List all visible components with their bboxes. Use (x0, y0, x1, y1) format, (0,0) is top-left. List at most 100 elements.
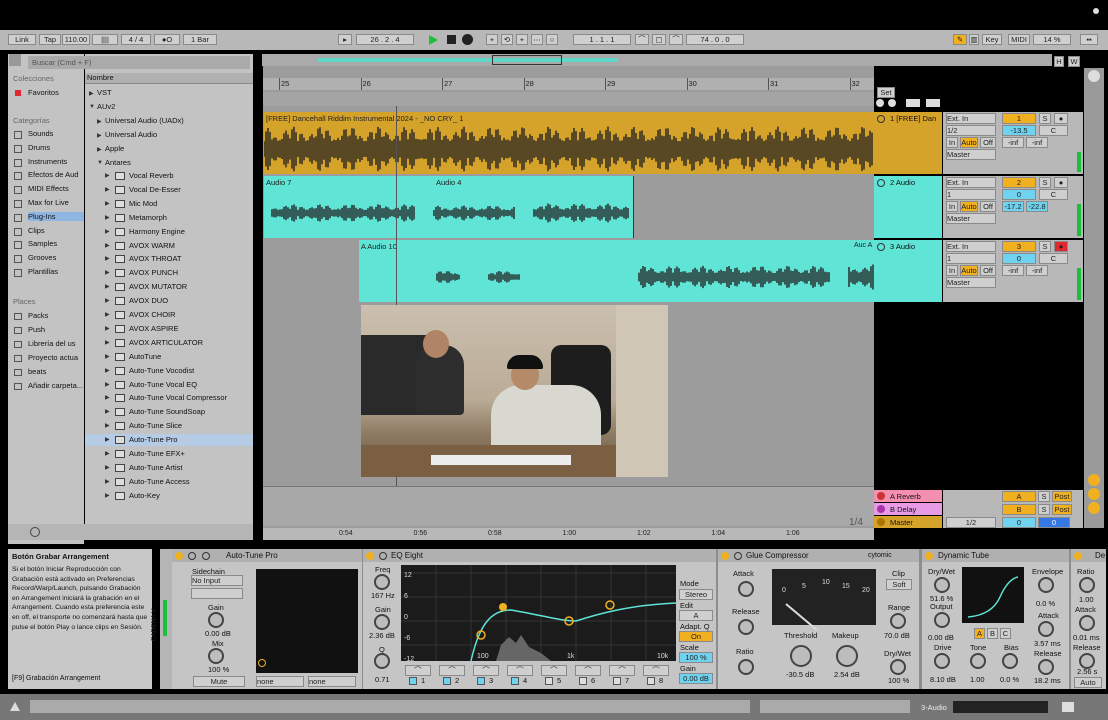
draw-mode-button[interactable]: ✎ (953, 34, 967, 45)
computer-midi-button[interactable]: ▥ (969, 34, 979, 45)
track-3-lane[interactable]: A Audio 10 Auc A (264, 240, 874, 302)
return-b-solo[interactable]: S (1038, 504, 1050, 515)
arm-button[interactable]: ● (1054, 241, 1068, 252)
track-header[interactable]: 2 Audio (874, 176, 942, 238)
tree-folder[interactable]: Universal Audio (UADx) (105, 116, 184, 125)
punch-in-button[interactable]: ⌒ (635, 34, 649, 45)
place-item[interactable]: Añadir carpeta... (28, 381, 83, 390)
band-filter-shape[interactable]: ⌒ (507, 665, 533, 676)
reenable-button[interactable]: + (516, 34, 528, 45)
fold-icon[interactable] (877, 243, 885, 251)
beat-ruler[interactable]: 25 26 27 28 29 30 31 32 (263, 78, 874, 90)
eq-display[interactable]: 12 6 0 -6 -12 100 1k 10k (401, 565, 676, 661)
edit-button[interactable]: A (679, 610, 713, 621)
threshold-knob[interactable] (790, 645, 812, 667)
arm-button[interactable]: ● (1054, 177, 1068, 188)
band-filter-shape[interactable]: ⌒ (439, 665, 465, 676)
loop-button[interactable]: ▢ (652, 34, 666, 45)
drywet-knob[interactable] (890, 659, 906, 675)
band-filter-shape[interactable]: ⌒ (405, 665, 431, 676)
output-select[interactable]: Master (946, 277, 996, 288)
track-2-lane[interactable]: Audio 7 Audio 4 (264, 176, 874, 238)
preview-icon[interactable] (30, 527, 40, 537)
band-toggle[interactable] (545, 677, 553, 685)
signature-field[interactable]: 4 / 4 (121, 34, 151, 45)
status-left-icon[interactable] (10, 702, 20, 711)
sidechain-select[interactable]: No Input (191, 575, 243, 586)
return-a-header[interactable]: A Reverb (874, 490, 942, 502)
session-record-button[interactable]: ○ (546, 34, 558, 45)
fold-icon[interactable] (877, 505, 885, 513)
plugin-item[interactable]: Mic Mod (129, 199, 157, 208)
plugin-item[interactable]: Auto-Tune Vocodist (129, 366, 194, 375)
browser-toggle-icon[interactable] (9, 54, 21, 66)
return-b-post[interactable]: Post (1052, 504, 1072, 515)
band-filter-shape[interactable]: ⌒ (473, 665, 499, 676)
category-drums[interactable]: Drums (28, 143, 50, 152)
release-knob[interactable] (1038, 659, 1054, 675)
monitor-in[interactable]: In (946, 137, 958, 148)
attack-knob[interactable] (1079, 615, 1095, 631)
overview-w-button[interactable]: W (1068, 56, 1080, 67)
drywet-knob[interactable] (934, 577, 950, 593)
stop-icon[interactable] (447, 35, 456, 44)
expand-arrow-icon[interactable]: ▶ (97, 118, 102, 125)
expand-arrow-icon[interactable]: ▶ (105, 172, 110, 179)
expand-arrow-icon[interactable]: ▶ (97, 132, 102, 139)
category-midi-effects[interactable]: MIDI Effects (28, 184, 69, 193)
release-knob[interactable] (738, 619, 754, 635)
position-field[interactable]: 26 . 2 . 4 (356, 34, 414, 45)
overdub-button[interactable]: + (486, 34, 498, 45)
track-activator[interactable]: 3 (1002, 241, 1036, 252)
column-header[interactable]: Nombre (85, 73, 253, 84)
expand-arrow-icon[interactable]: ▶ (105, 325, 110, 332)
expand-arrow-icon[interactable]: ▶ (105, 283, 110, 290)
plugin-item[interactable]: Auto-Tune Pro (129, 435, 178, 444)
plugin-item[interactable]: Metamorph (129, 213, 167, 222)
wrench-icon[interactable] (202, 552, 210, 560)
ratio-knob[interactable] (738, 659, 754, 675)
volume-field[interactable]: 0 (1002, 253, 1036, 264)
scale-field[interactable]: 100 % (679, 652, 713, 663)
place-item[interactable]: Proyecto actua (28, 353, 78, 362)
output-select[interactable]: Master (946, 149, 996, 160)
track-header[interactable]: 3 Audio (874, 240, 942, 302)
overview-bar[interactable] (262, 54, 1052, 66)
category-clips[interactable]: Clips (28, 226, 45, 235)
expand-icon[interactable] (734, 552, 742, 560)
input-type-select[interactable]: Ext. In (946, 177, 996, 188)
gain-knob[interactable] (374, 614, 390, 630)
expand-arrow-icon[interactable]: ▶ (105, 492, 110, 499)
expand-arrow-icon[interactable]: ▶ (105, 381, 110, 388)
input-type-select[interactable]: Ext. In (946, 241, 996, 252)
return-a-post[interactable]: Post (1052, 491, 1072, 502)
view-toggles[interactable] (953, 701, 1048, 713)
param-select-2[interactable]: none (308, 676, 356, 687)
q-knob[interactable] (374, 653, 390, 669)
tube-display[interactable] (962, 567, 1024, 623)
tree-folder[interactable]: Universal Audio (105, 130, 157, 139)
plugin-item[interactable]: AVOX CHOIR (129, 310, 176, 319)
link-button[interactable]: Link (8, 34, 36, 45)
favorites-item[interactable]: Favoritos (28, 88, 59, 97)
plugin-item[interactable]: Auto-Key (129, 491, 160, 500)
gain2-field[interactable]: 0.00 dB (679, 673, 713, 684)
track-activator[interactable]: 1 (1002, 113, 1036, 124)
search-input[interactable]: Buscar (Cmd + F) (28, 56, 250, 69)
range-knob[interactable] (890, 613, 906, 629)
quantization-select[interactable]: 1 Bar (183, 34, 217, 45)
tree-folder[interactable]: Antares (105, 158, 131, 167)
return-a-solo[interactable]: S (1038, 491, 1050, 502)
fold-icon[interactable] (877, 492, 885, 500)
pan-field[interactable]: C (1039, 189, 1068, 200)
pan-field[interactable]: C (1039, 253, 1068, 264)
sidechain-slot[interactable] (191, 588, 243, 599)
time-ruler[interactable]: 0:54 0:56 0:58 1:00 1:02 1:04 1:06 (263, 528, 874, 540)
tube-b-button[interactable]: B (987, 628, 998, 639)
plugin-item[interactable]: Auto-Tune Artist (129, 463, 183, 472)
expand-arrow-icon[interactable]: ▶ (105, 269, 110, 276)
category-grooves[interactable]: Grooves (28, 253, 56, 262)
plugin-item[interactable]: AutoTune (129, 352, 161, 361)
gain-knob[interactable] (208, 612, 224, 628)
set-button[interactable]: Set (877, 87, 895, 98)
